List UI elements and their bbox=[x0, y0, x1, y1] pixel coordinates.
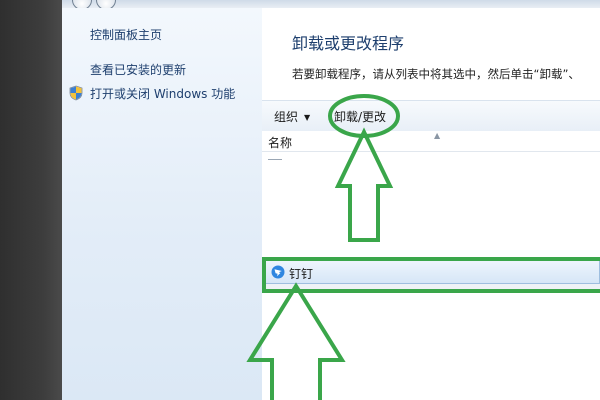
programs-window: 控制面板主页 查看已安装的更新 打开或关闭 Windows 功能 卸载或更改程序… bbox=[62, 8, 600, 400]
shield-icon bbox=[68, 85, 84, 104]
column-header-name[interactable]: 名称 ▲ bbox=[262, 131, 600, 152]
row-separator bbox=[264, 284, 600, 291]
page-title: 卸载或更改程序 bbox=[292, 34, 405, 53]
toolbar: 组织 ▼ 卸载/更改 bbox=[262, 100, 600, 132]
uninstall-change-label: 卸载/更改 bbox=[334, 110, 387, 124]
column-header-label: 名称 bbox=[268, 136, 293, 150]
main-content: 卸载或更改程序 若要卸载程序，请从列表中将其选中，然后单击“卸载”、 组织 ▼ 卸… bbox=[262, 8, 600, 400]
sidebar-item-control-panel-home[interactable]: 控制面板主页 bbox=[90, 26, 162, 43]
dingtalk-app-icon bbox=[271, 264, 285, 283]
sidebar-item-label: 查看已安装的更新 bbox=[90, 63, 187, 77]
list-item[interactable]: 钉钉 bbox=[264, 260, 600, 284]
collapsed-group-indicator bbox=[268, 159, 282, 160]
sidebar-item-label: 控制面板主页 bbox=[90, 28, 163, 42]
sidebar-item-windows-features[interactable]: 打开或关闭 Windows 功能 bbox=[68, 85, 235, 104]
desktop-frame bbox=[0, 0, 62, 400]
dropdown-arrow-icon: ▼ bbox=[304, 113, 311, 122]
sort-caret-icon: ▲ bbox=[434, 131, 441, 140]
page-description: 若要卸载程序，请从列表中将其选中，然后单击“卸载”、 bbox=[292, 67, 580, 81]
sidebar-item-label: 打开或关闭 Windows 功能 bbox=[90, 87, 236, 101]
uninstall-change-button[interactable]: 卸载/更改 bbox=[334, 108, 386, 125]
sidebar-item-view-installed-updates[interactable]: 查看已安装的更新 bbox=[90, 61, 186, 78]
sidebar: 控制面板主页 查看已安装的更新 打开或关闭 Windows 功能 bbox=[62, 8, 263, 400]
organize-label: 组织 bbox=[274, 110, 299, 124]
organize-button[interactable]: 组织 ▼ bbox=[274, 108, 310, 125]
list-item-name: 钉钉 bbox=[289, 267, 314, 281]
